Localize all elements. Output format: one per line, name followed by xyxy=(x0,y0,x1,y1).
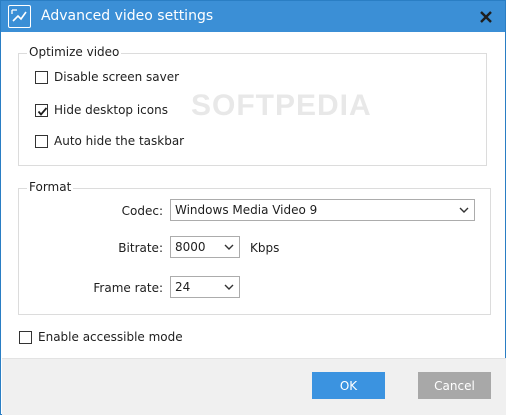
enable-accessible-mode-option[interactable]: Enable accessible mode xyxy=(19,329,183,345)
window-title: Advanced video settings xyxy=(41,8,214,24)
frame-rate-value: 24 xyxy=(175,280,191,294)
cancel-button[interactable]: Cancel xyxy=(418,372,491,399)
bitrate-label: Bitrate: xyxy=(118,241,163,255)
frame-rate-select[interactable]: 24 xyxy=(170,276,240,298)
chevron-down-icon xyxy=(459,207,469,213)
hide-desktop-icons-option[interactable]: Hide desktop icons xyxy=(35,102,168,118)
codec-value: Windows Media Video 9 xyxy=(175,203,318,217)
enable-accessible-mode-label: Enable accessible mode xyxy=(38,330,183,344)
format-legend: Format xyxy=(27,180,74,194)
chevron-down-icon xyxy=(224,244,234,250)
close-button[interactable] xyxy=(475,6,497,28)
enable-accessible-mode-checkbox[interactable] xyxy=(19,330,32,344)
disable-screen-saver-label: Disable screen saver xyxy=(54,70,180,84)
disable-screen-saver-option[interactable]: Disable screen saver xyxy=(35,69,179,85)
ok-button[interactable]: OK xyxy=(312,372,385,399)
dialog-window: Advanced video settings SOFTPEDIA Optimi… xyxy=(0,0,506,415)
codec-select[interactable]: Windows Media Video 9 xyxy=(170,199,475,221)
codec-label: Codec: xyxy=(121,204,163,218)
bitrate-unit: Kbps xyxy=(250,241,280,255)
auto-hide-taskbar-option[interactable]: Auto hide the taskbar xyxy=(35,133,184,149)
hide-desktop-icons-checkbox[interactable] xyxy=(35,103,48,117)
checkmark-icon xyxy=(37,106,48,116)
chevron-down-icon xyxy=(224,284,234,290)
optimize-video-legend: Optimize video xyxy=(27,45,122,59)
dialog-footer: OK Cancel xyxy=(2,358,506,415)
bitrate-select[interactable]: 8000 xyxy=(170,236,240,258)
disable-screen-saver-checkbox[interactable] xyxy=(35,70,48,84)
hide-desktop-icons-label: Hide desktop icons xyxy=(54,103,168,117)
auto-hide-taskbar-checkbox[interactable] xyxy=(35,134,48,148)
frame-rate-label: Frame rate: xyxy=(93,281,163,295)
app-icon xyxy=(8,5,31,28)
bitrate-value: 8000 xyxy=(175,240,206,254)
auto-hide-taskbar-label: Auto hide the taskbar xyxy=(54,134,185,148)
title-bar[interactable]: Advanced video settings xyxy=(1,1,505,32)
close-icon xyxy=(480,11,492,23)
